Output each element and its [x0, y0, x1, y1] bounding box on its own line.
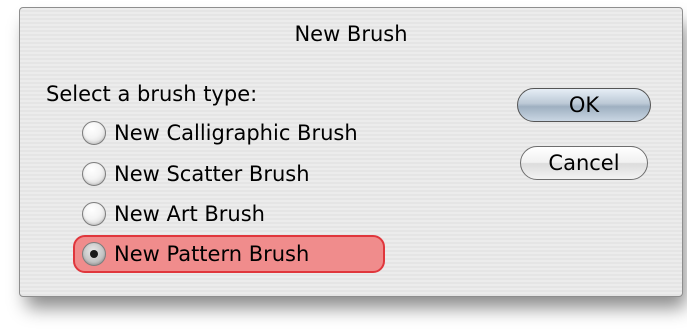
option-calligraphic-brush[interactable]: New Calligraphic Brush	[82, 117, 358, 149]
option-label: New Calligraphic Brush	[114, 121, 358, 145]
option-label: New Art Brush	[114, 202, 265, 226]
radio-button[interactable]	[82, 202, 106, 226]
dialog-title: New Brush	[294, 22, 408, 46]
option-pattern-brush[interactable]: New Pattern Brush	[82, 238, 309, 270]
radio-button[interactable]	[82, 121, 106, 145]
cancel-button[interactable]: Cancel	[520, 146, 648, 180]
radio-dot-icon	[90, 250, 98, 258]
option-art-brush[interactable]: New Art Brush	[82, 198, 265, 230]
screen: New Brush Select a brush type: New Calli…	[0, 0, 687, 332]
new-brush-dialog: New Brush Select a brush type: New Calli…	[19, 7, 683, 297]
radio-button[interactable]	[82, 162, 106, 186]
brush-type-prompt: Select a brush type:	[46, 82, 258, 106]
radio-button-selected[interactable]	[82, 242, 106, 266]
option-label: New Pattern Brush	[114, 242, 310, 266]
option-scatter-brush[interactable]: New Scatter Brush	[82, 158, 310, 190]
option-label: New Scatter Brush	[114, 162, 310, 186]
ok-button[interactable]: OK	[517, 88, 651, 122]
